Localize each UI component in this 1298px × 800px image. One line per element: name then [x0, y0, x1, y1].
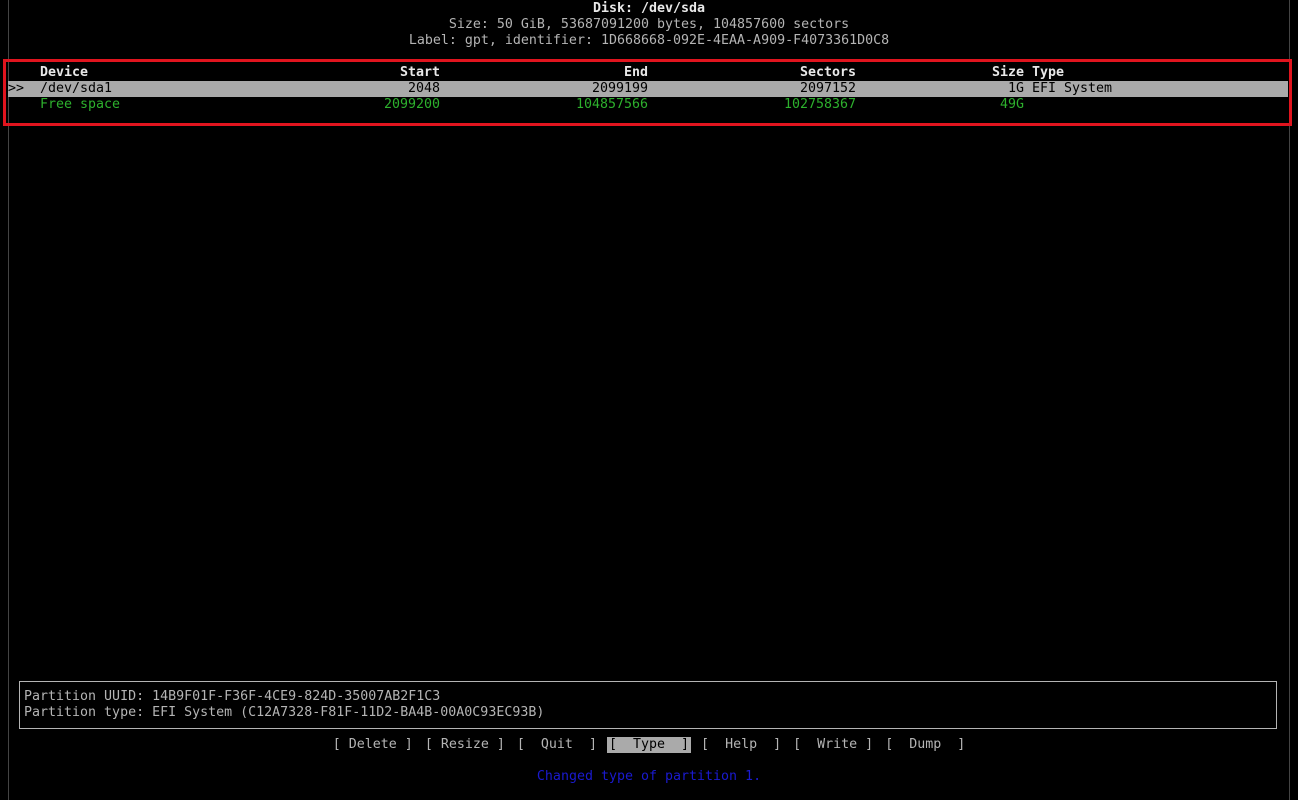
terminal-window: Disk: /dev/sda Size: 50 GiB, 53687091200…	[0, 0, 1298, 800]
delete-button[interactable]: [ Delete ]	[331, 737, 415, 753]
column-header-type: Type	[1032, 65, 1065, 80]
partition-device: /dev/sda1	[40, 81, 113, 96]
partition-size: 1G	[1007, 81, 1024, 96]
partition-type-info: Partition type: EFI System (C12A7328-F81…	[24, 705, 545, 720]
write-button[interactable]: [ Write ]	[791, 737, 875, 753]
partition-type: EFI System	[1032, 81, 1113, 96]
partition-table-header: Device Start End Sectors Size Type	[8, 65, 1288, 81]
partition-start: 2099200	[383, 97, 440, 112]
column-header-end: End	[623, 65, 648, 80]
selection-marker: >>	[8, 81, 25, 96]
column-header-sectors: Sectors	[799, 65, 856, 80]
help-button[interactable]: [ Help ]	[699, 737, 783, 753]
type-button[interactable]: [ Type ]	[606, 737, 692, 753]
column-header-start: Start	[399, 65, 440, 80]
partition-start: 2048	[407, 81, 440, 96]
partition-sectors: 2097152	[799, 81, 856, 96]
disk-size-info: Size: 50 GiB, 53687091200 bytes, 1048576…	[448, 17, 850, 32]
partition-uuid: Partition UUID: 14B9F01F-F36F-4CE9-824D-…	[24, 689, 441, 704]
dump-button[interactable]: [ Dump ]	[883, 737, 967, 753]
partition-row-free-space[interactable]: Free space 2099200 104857566 102758367 4…	[8, 97, 1288, 113]
partition-info-box: Partition UUID: 14B9F01F-F36F-4CE9-824D-…	[19, 681, 1277, 729]
partition-device: Free space	[40, 97, 121, 112]
column-header-size: Size	[991, 65, 1024, 80]
disk-label-info: Label: gpt, identifier: 1D668668-092E-4E…	[408, 33, 890, 48]
disk-title: Disk: /dev/sda	[592, 1, 706, 16]
partition-row-sda1[interactable]: >> /dev/sda1 2048 2099199 2097152 1G EFI…	[8, 81, 1288, 97]
partition-end: 104857566	[575, 97, 648, 112]
column-header-device: Device	[40, 65, 89, 80]
partition-sectors: 102758367	[783, 97, 856, 112]
quit-button[interactable]: [ Quit ]	[515, 737, 599, 753]
partition-size: 49G	[999, 97, 1024, 112]
status-message: Changed type of partition 1.	[536, 769, 762, 784]
resize-button[interactable]: [ Resize ]	[423, 737, 507, 753]
partition-end: 2099199	[591, 81, 648, 96]
action-menu: [ Delete ] [ Resize ] [ Quit ] [ Type ] …	[0, 737, 1298, 753]
